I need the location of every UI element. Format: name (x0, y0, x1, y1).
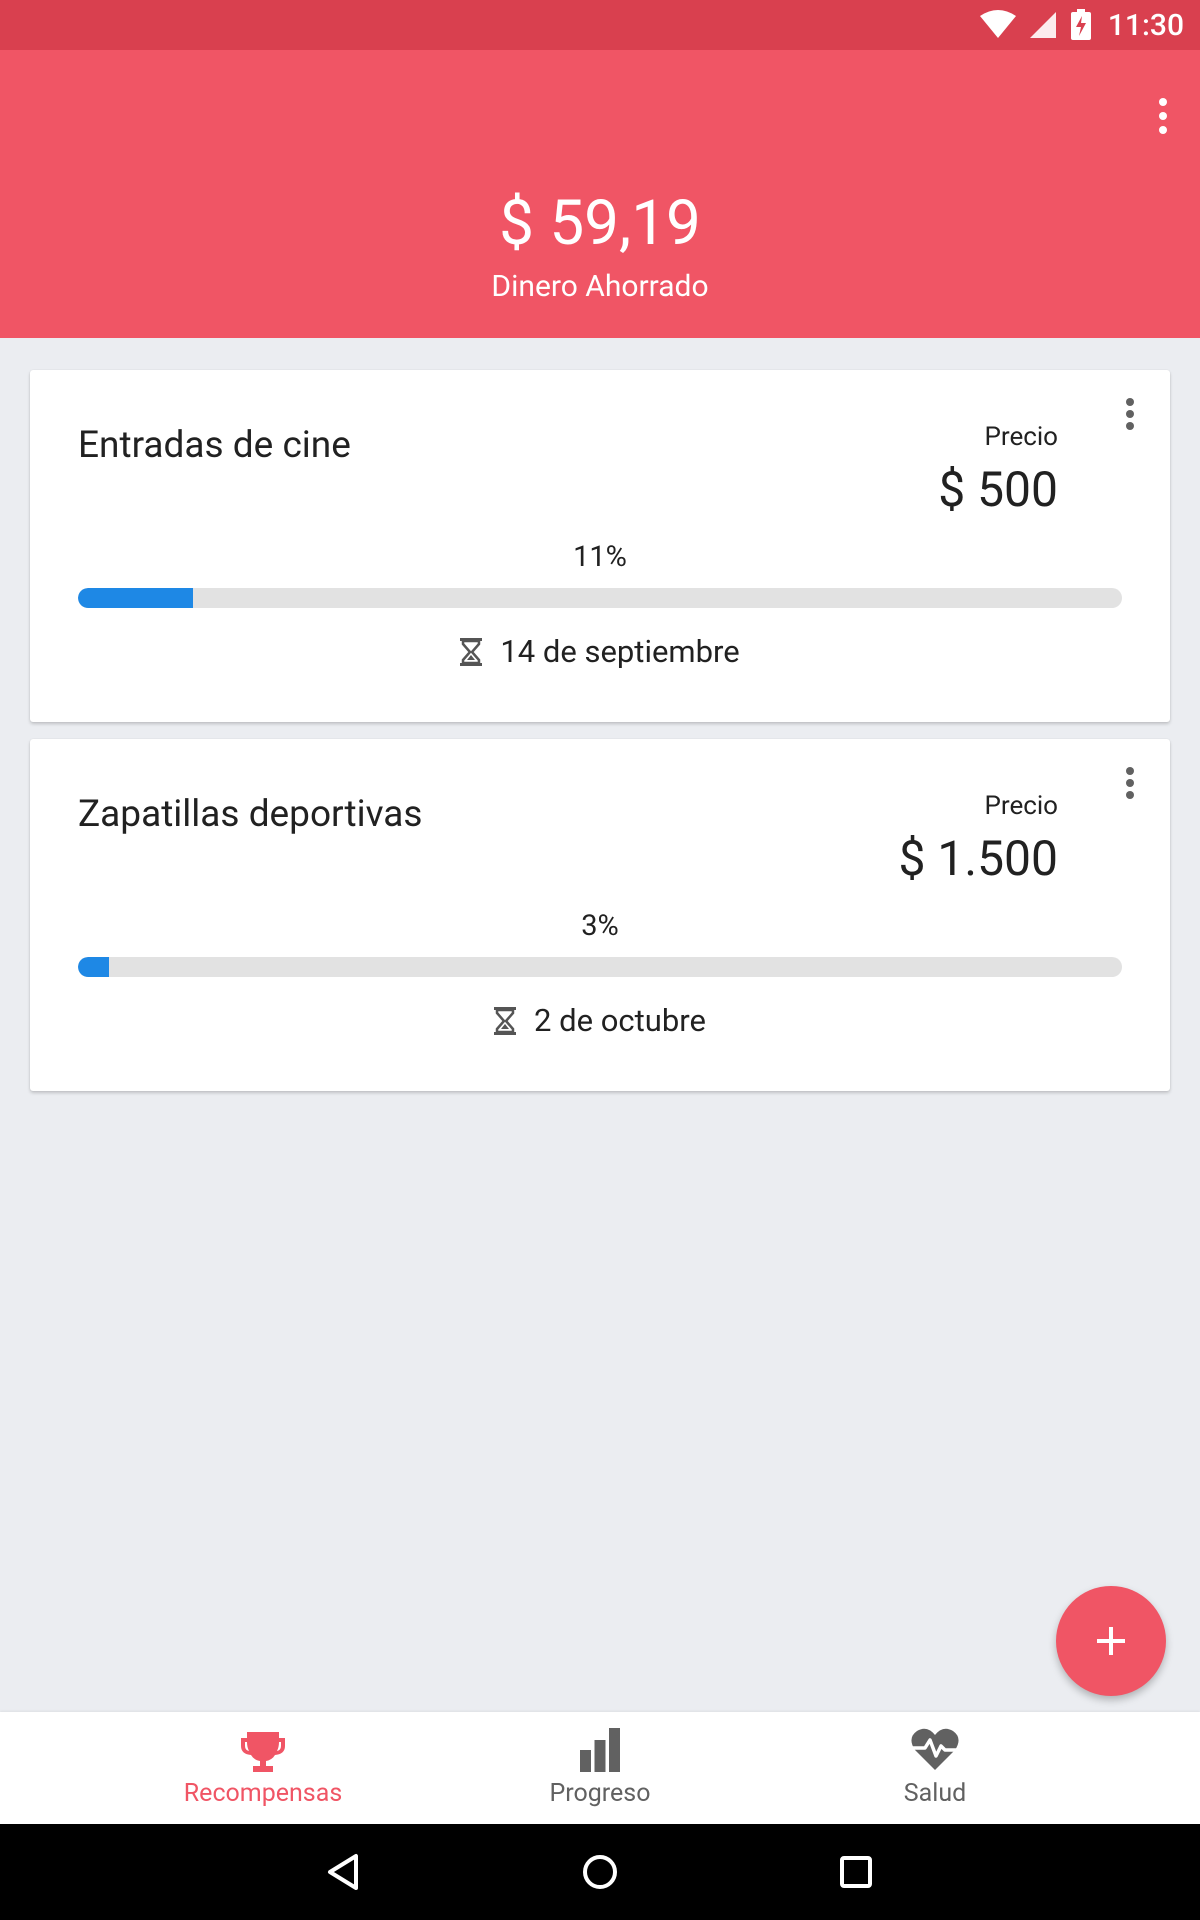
plus-icon (1097, 1627, 1125, 1655)
app-header: $ 59,19 Dinero Ahorrado (0, 50, 1200, 338)
nav-item-salud[interactable]: Salud (785, 1712, 1085, 1824)
signal-icon (1029, 12, 1056, 38)
saved-amount: $ 59,19 (499, 187, 701, 260)
back-button[interactable] (314, 1842, 374, 1902)
bottom-navigation: Recompensas Progreso Salud (0, 1712, 1200, 1824)
price-label: Precio (984, 791, 1058, 821)
progress-bar (78, 588, 1122, 608)
status-bar: 11:30 (0, 0, 1200, 50)
home-icon (583, 1855, 617, 1889)
progress-fill (78, 588, 193, 608)
battery-charging-icon (1070, 9, 1091, 40)
wifi-icon (979, 10, 1016, 38)
deadline: 2 de octubre (30, 1001, 1170, 1041)
system-navigation-bar (0, 1824, 1200, 1920)
reward-card[interactable]: Entradas de cine Precio $ 500 11% 14 de … (30, 370, 1170, 722)
deadline: 14 de septiembre (30, 632, 1170, 672)
card-overflow-menu-icon[interactable] (1120, 396, 1140, 436)
heart-pulse-icon (911, 1728, 959, 1770)
trophy-icon (241, 1732, 285, 1772)
reward-title: Zapatillas deportivas (78, 793, 423, 836)
saved-label: Dinero Ahorrado (491, 269, 709, 304)
recents-button[interactable] (826, 1842, 886, 1902)
overflow-menu-icon[interactable] (1148, 94, 1178, 134)
reward-card[interactable]: Zapatillas deportivas Precio $ 1.500 3% … (30, 739, 1170, 1091)
card-overflow-menu-icon[interactable] (1120, 765, 1140, 805)
home-button[interactable] (570, 1842, 630, 1902)
price-label: Precio (984, 422, 1058, 452)
progress-percent: 3% (581, 909, 619, 943)
bar-chart-icon (580, 1728, 620, 1772)
progress-percent: 11% (573, 540, 627, 574)
back-icon (328, 1854, 358, 1890)
price-value: $ 500 (938, 461, 1058, 518)
price-value: $ 1.500 (898, 830, 1058, 887)
reward-title: Entradas de cine (78, 424, 351, 467)
status-time: 11:30 (1107, 7, 1184, 43)
add-reward-button[interactable] (1056, 1586, 1166, 1696)
hourglass-icon (494, 1007, 517, 1035)
status-icons: 11:30 (979, 0, 1184, 50)
hourglass-icon (460, 638, 483, 666)
nav-item-progreso[interactable]: Progreso (450, 1712, 750, 1824)
recents-icon (840, 1856, 872, 1888)
nav-label: Progreso (549, 1779, 651, 1808)
deadline-date: 2 de octubre (534, 1002, 706, 1039)
nav-label: Salud (903, 1779, 967, 1808)
nav-label: Recompensas (183, 1779, 343, 1808)
nav-item-recompensas[interactable]: Recompensas (113, 1712, 413, 1824)
progress-fill (78, 957, 110, 977)
progress-bar (78, 957, 1122, 977)
deadline-date: 14 de septiembre (500, 633, 740, 670)
